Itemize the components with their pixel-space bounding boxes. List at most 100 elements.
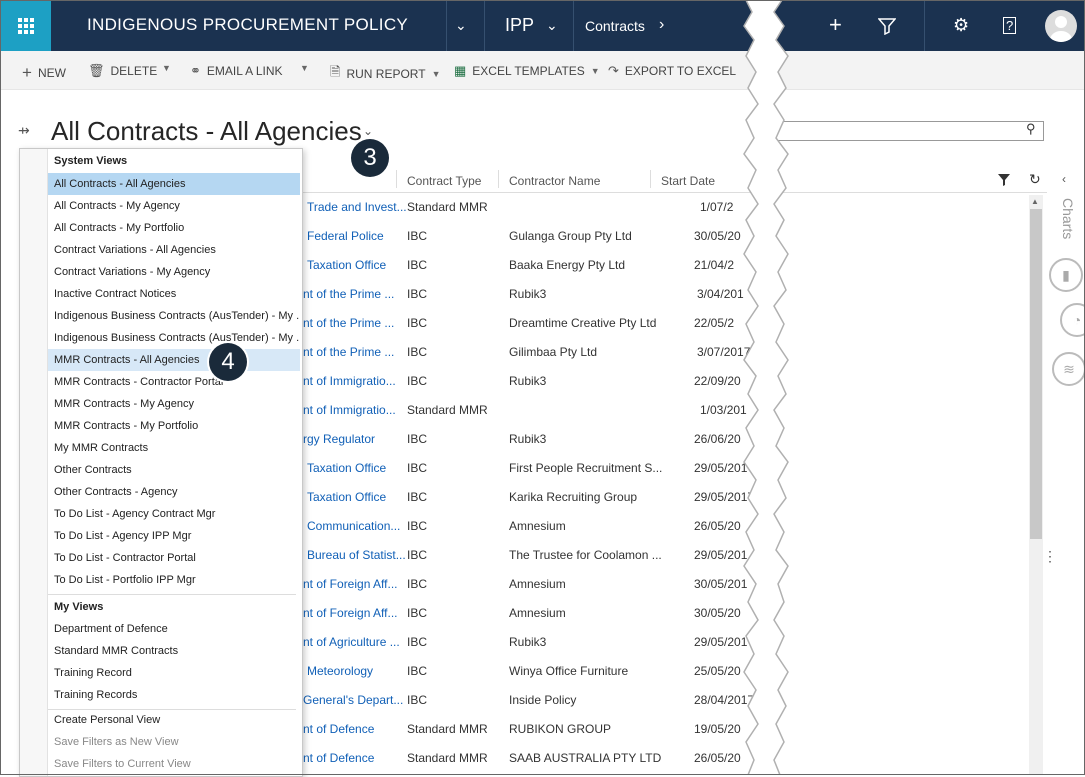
table-row[interactable]: Taxation Office IBC Karika Recruiting Gr… — [300, 483, 1040, 512]
bar-chart-icon[interactable]: ▮ — [1049, 258, 1083, 292]
column-header-contractor-name[interactable]: Contractor Name — [509, 174, 600, 188]
table-row[interactable]: Trade and Invest... Standard MMR 1/07/2 — [300, 193, 1040, 222]
refresh-icon[interactable]: ↻ — [1029, 171, 1041, 188]
agency-cell[interactable]: nt of Foreign Aff... — [303, 577, 398, 591]
agency-cell[interactable]: nt of Defence — [303, 722, 374, 736]
table-row[interactable]: nt of Agriculture ... IBC Rubik3 29/05/2… — [300, 628, 1040, 657]
table-row[interactable]: nt of the Prime ... IBC Rubik3 3/04/201 — [300, 280, 1040, 309]
view-option[interactable]: To Do List - Agency Contract Mgr — [48, 503, 300, 525]
area-chart-icon[interactable]: ≋ — [1052, 352, 1085, 386]
view-option[interactable]: All Contracts - My Agency — [48, 195, 300, 217]
email-link-dropdown[interactable]: ▼ — [300, 63, 309, 73]
view-option[interactable]: MMR Contracts - All Agencies — [48, 349, 300, 371]
filter-icon[interactable] — [997, 173, 1011, 192]
view-option[interactable]: Contract Variations - My Agency — [48, 261, 300, 283]
view-option[interactable]: Indigenous Business Contracts (AusTender… — [48, 327, 300, 349]
table-row[interactable]: General's Depart... IBC Inside Policy 28… — [300, 686, 1040, 715]
table-row[interactable]: nt of Defence Standard MMR SAAB AUSTRALI… — [300, 744, 1040, 773]
table-row[interactable]: Bureau of Statist... IBC The Trustee for… — [300, 541, 1040, 570]
delete-button[interactable]: 🗑 DELETE — [88, 63, 157, 79]
search-input[interactable] — [770, 121, 1044, 141]
agency-cell[interactable]: Taxation Office — [307, 490, 386, 504]
view-option[interactable]: Department of Defence — [48, 618, 300, 640]
table-row[interactable]: nt of Defence Standard MMR RUBIKON GROUP… — [300, 715, 1040, 744]
agency-cell[interactable]: rgy Regulator — [303, 432, 375, 446]
agency-cell[interactable]: Trade and Invest... — [307, 200, 407, 214]
table-row[interactable]: nt of the Prime ... IBC Gilimbaa Pty Ltd… — [300, 338, 1040, 367]
email-link-button[interactable]: ⚭ EMAIL A LINK — [190, 63, 283, 79]
table-row[interactable]: nt of Immigratio... IBC Rubik3 22/09/20 — [300, 367, 1040, 396]
table-row[interactable]: rgy Regulator IBC Rubik3 26/06/20 — [300, 425, 1040, 454]
chevron-down-icon[interactable]: ⌄ — [363, 124, 373, 138]
view-option[interactable]: Inactive Contract Notices — [48, 283, 300, 305]
view-option[interactable]: To Do List - Agency IPP Mgr — [48, 525, 300, 547]
save-filters-current-view[interactable]: Save Filters to Current View — [48, 753, 300, 775]
agency-cell[interactable]: Meteorology — [307, 664, 373, 678]
table-row[interactable]: Taxation Office IBC Baaka Energy Pty Ltd… — [300, 251, 1040, 280]
column-header-contract-type[interactable]: Contract Type — [407, 174, 481, 188]
view-option[interactable]: To Do List - Portfolio IPP Mgr — [48, 569, 300, 591]
agency-cell[interactable]: Bureau of Statist... — [307, 548, 406, 562]
create-personal-view[interactable]: Create Personal View — [48, 709, 300, 731]
view-title[interactable]: All Contracts - All Agencies — [51, 116, 362, 147]
scroll-up-icon[interactable]: ▲ — [1031, 197, 1039, 206]
app-title[interactable]: INDIGENOUS PROCUREMENT POLICY — [87, 15, 408, 35]
new-button[interactable]: + NEW — [22, 63, 66, 83]
app-launcher-button[interactable] — [0, 0, 51, 51]
table-row[interactable]: Taxation Office IBC First People Recruit… — [300, 454, 1040, 483]
view-option[interactable]: Indigenous Business Contracts (AusTender… — [48, 305, 300, 327]
search-icon[interactable]: ⚲ — [1026, 121, 1036, 137]
agency-cell[interactable]: nt of the Prime ... — [303, 287, 394, 301]
view-option[interactable]: My MMR Contracts — [48, 437, 300, 459]
splitter-handle[interactable]: ⋮ — [1043, 548, 1057, 565]
view-option[interactable]: All Contracts - All Agencies — [48, 173, 300, 195]
save-filters-new-view[interactable]: Save Filters as New View — [48, 731, 300, 753]
chevron-left-icon[interactable]: ‹ — [1062, 172, 1066, 186]
table-row[interactable]: Meteorology IBC Winya Office Furniture 2… — [300, 657, 1040, 686]
table-row[interactable]: Federal Police IBC Gulanga Group Pty Ltd… — [300, 222, 1040, 251]
help-icon[interactable]: ? — [1003, 17, 1017, 34]
excel-templates-button[interactable]: ▦ EXCEL TEMPLATES ▼ — [454, 63, 600, 79]
gear-icon[interactable]: ⚙ — [953, 15, 969, 36]
view-option[interactable]: Training Records — [48, 684, 300, 706]
pie-chart-icon[interactable]: ◔ — [1060, 303, 1085, 337]
agency-cell[interactable]: Communication... — [307, 519, 400, 533]
filter-icon[interactable] — [877, 17, 897, 40]
view-option[interactable]: Contract Variations - All Agencies — [48, 239, 300, 261]
table-row[interactable]: nt of Foreign Aff... IBC Amnesium 30/05/… — [300, 570, 1040, 599]
table-row[interactable]: nt of Immigratio... Standard MMR 1/03/20… — [300, 396, 1040, 425]
agency-cell[interactable]: Taxation Office — [307, 258, 386, 272]
table-row[interactable]: nt of the Prime ... IBC Dreamtime Creati… — [300, 309, 1040, 338]
area-selector[interactable]: IPP — [505, 15, 534, 36]
agency-cell[interactable]: nt of Defence — [303, 751, 374, 765]
agency-cell[interactable]: nt of the Prime ... — [303, 316, 394, 330]
column-header-start-date[interactable]: Start Date — [661, 174, 715, 188]
agency-cell[interactable]: nt of the Prime ... — [303, 345, 394, 359]
agency-cell[interactable]: General's Depart... — [303, 693, 403, 707]
table-row[interactable]: nt of Foreign Aff... IBC Amnesium 30/05/… — [300, 599, 1040, 628]
agency-cell[interactable]: Taxation Office — [307, 461, 386, 475]
plus-icon[interactable]: + — [829, 12, 842, 38]
agency-cell[interactable]: nt of Immigratio... — [303, 403, 396, 417]
agency-cell[interactable]: nt of Agriculture ... — [303, 635, 400, 649]
chevron-down-icon[interactable]: ⌄ — [455, 17, 467, 34]
charts-panel-label[interactable]: Charts — [1060, 198, 1076, 239]
agency-cell[interactable]: nt of Foreign Aff... — [303, 606, 398, 620]
more-actions-dropdown[interactable]: ▼ — [162, 63, 171, 73]
export-excel-button[interactable]: ↷ EXPORT TO EXCEL — [608, 63, 736, 79]
view-option[interactable]: All Contracts - My Portfolio — [48, 217, 300, 239]
view-option[interactable]: MMR Contracts - My Agency — [48, 393, 300, 415]
entity-breadcrumb[interactable]: Contracts — [585, 18, 645, 34]
view-option[interactable]: Standard MMR Contracts — [48, 640, 300, 662]
view-option[interactable]: To Do List - Contractor Portal — [48, 547, 300, 569]
view-option[interactable]: Training Record — [48, 662, 300, 684]
chevron-right-icon[interactable]: › — [659, 16, 664, 34]
view-option[interactable]: Other Contracts — [48, 459, 300, 481]
chevron-down-icon[interactable]: ⌄ — [546, 17, 558, 34]
agency-cell[interactable]: nt of Immigratio... — [303, 374, 396, 388]
scrollbar-thumb[interactable] — [1030, 209, 1042, 539]
view-option[interactable]: MMR Contracts - Contractor Portal — [48, 371, 300, 393]
view-option[interactable]: MMR Contracts - My Portfolio — [48, 415, 300, 437]
view-option[interactable]: Other Contracts - Agency — [48, 481, 300, 503]
agency-cell[interactable]: Federal Police — [307, 229, 384, 243]
